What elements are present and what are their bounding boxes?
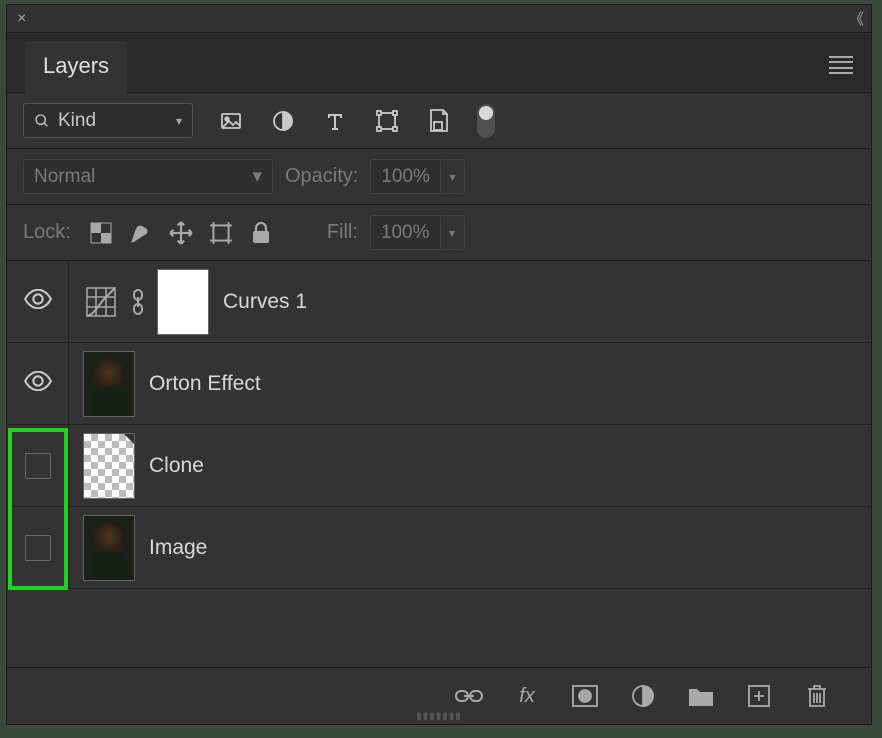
fill-label: Fill:: [327, 221, 358, 244]
filter-kind-select[interactable]: Kind ▾: [23, 103, 193, 138]
chevron-down-icon: ▾: [252, 165, 262, 188]
opacity-chevron-icon[interactable]: ▾: [441, 159, 465, 194]
layers-panel: × 《 Layers Kind ▾ Normal: [6, 4, 872, 725]
layer-thumbnail[interactable]: [83, 433, 135, 499]
layer-effects-icon[interactable]: fx: [513, 682, 541, 710]
blend-mode-select[interactable]: Normal ▾: [23, 159, 273, 194]
blend-row: Normal ▾ Opacity: 100% ▾: [7, 149, 871, 205]
curves-adjustment-icon: [83, 284, 119, 320]
close-icon[interactable]: ×: [17, 10, 26, 28]
filter-pixel-icon[interactable]: [217, 107, 245, 135]
filter-smartobject-icon[interactable]: [425, 107, 453, 135]
layer-name[interactable]: Image: [149, 536, 207, 560]
layer-row[interactable]: Image: [7, 507, 871, 589]
link-layers-icon[interactable]: [455, 682, 483, 710]
visibility-off-icon: [25, 453, 51, 479]
fill-input[interactable]: 100%: [370, 215, 441, 250]
layer-thumbnail[interactable]: [83, 351, 135, 417]
layer-row[interactable]: Clone: [7, 425, 871, 507]
layer-name[interactable]: Clone: [149, 454, 204, 478]
resize-handle[interactable]: ▮▮▮▮▮▮▮: [416, 711, 462, 722]
lock-transparency-icon[interactable]: [87, 219, 115, 247]
eye-icon: [24, 289, 52, 314]
tab-row: Layers: [7, 33, 871, 93]
filter-kind-label: Kind: [58, 110, 96, 132]
layer-name[interactable]: Curves 1: [223, 290, 307, 314]
layer-mask-thumbnail[interactable]: [157, 269, 209, 335]
link-mask-icon[interactable]: [129, 287, 147, 317]
filter-type-icon[interactable]: [321, 107, 349, 135]
lock-label: Lock:: [23, 221, 71, 244]
filter-toggle[interactable]: [477, 104, 495, 138]
delete-layer-icon[interactable]: [803, 682, 831, 710]
fill-chevron-icon[interactable]: ▾: [441, 215, 465, 250]
visibility-toggle[interactable]: [7, 425, 69, 506]
search-icon: [34, 113, 50, 129]
layer-row[interactable]: Orton Effect: [7, 343, 871, 425]
lock-all-icon[interactable]: [247, 219, 275, 247]
add-mask-icon[interactable]: [571, 682, 599, 710]
eye-icon: [24, 371, 52, 396]
filter-toolbar: Kind ▾: [7, 93, 871, 149]
chevron-down-icon: ▾: [176, 114, 182, 128]
new-layer-icon[interactable]: [745, 682, 773, 710]
layer-row[interactable]: Curves 1: [7, 261, 871, 343]
lock-position-icon[interactable]: [167, 219, 195, 247]
layer-list: Curves 1 Orton Effect: [7, 261, 871, 589]
layer-list-area: Curves 1 Orton Effect: [7, 261, 871, 668]
panel-menu-icon[interactable]: [829, 56, 853, 74]
layer-thumbnail[interactable]: [83, 515, 135, 581]
new-group-icon[interactable]: [687, 682, 715, 710]
tab-layers[interactable]: Layers: [25, 41, 127, 93]
filter-adjustment-icon[interactable]: [269, 107, 297, 135]
lock-row: Lock: Fill: 100% ▾: [7, 205, 871, 261]
blend-mode-value: Normal: [34, 166, 95, 188]
opacity-input[interactable]: 100%: [370, 159, 441, 194]
lock-artboard-icon[interactable]: [207, 219, 235, 247]
filter-shape-icon[interactable]: [373, 107, 401, 135]
visibility-toggle[interactable]: [7, 261, 69, 342]
lock-pixels-icon[interactable]: [127, 219, 155, 247]
visibility-toggle[interactable]: [7, 343, 69, 424]
opacity-label: Opacity:: [285, 165, 358, 188]
layer-name[interactable]: Orton Effect: [149, 372, 261, 396]
panel-titlebar: × 《: [7, 5, 871, 33]
collapse-icon[interactable]: 《: [849, 8, 861, 29]
visibility-off-icon: [25, 535, 51, 561]
new-adjustment-icon[interactable]: [629, 682, 657, 710]
visibility-toggle[interactable]: [7, 507, 69, 588]
